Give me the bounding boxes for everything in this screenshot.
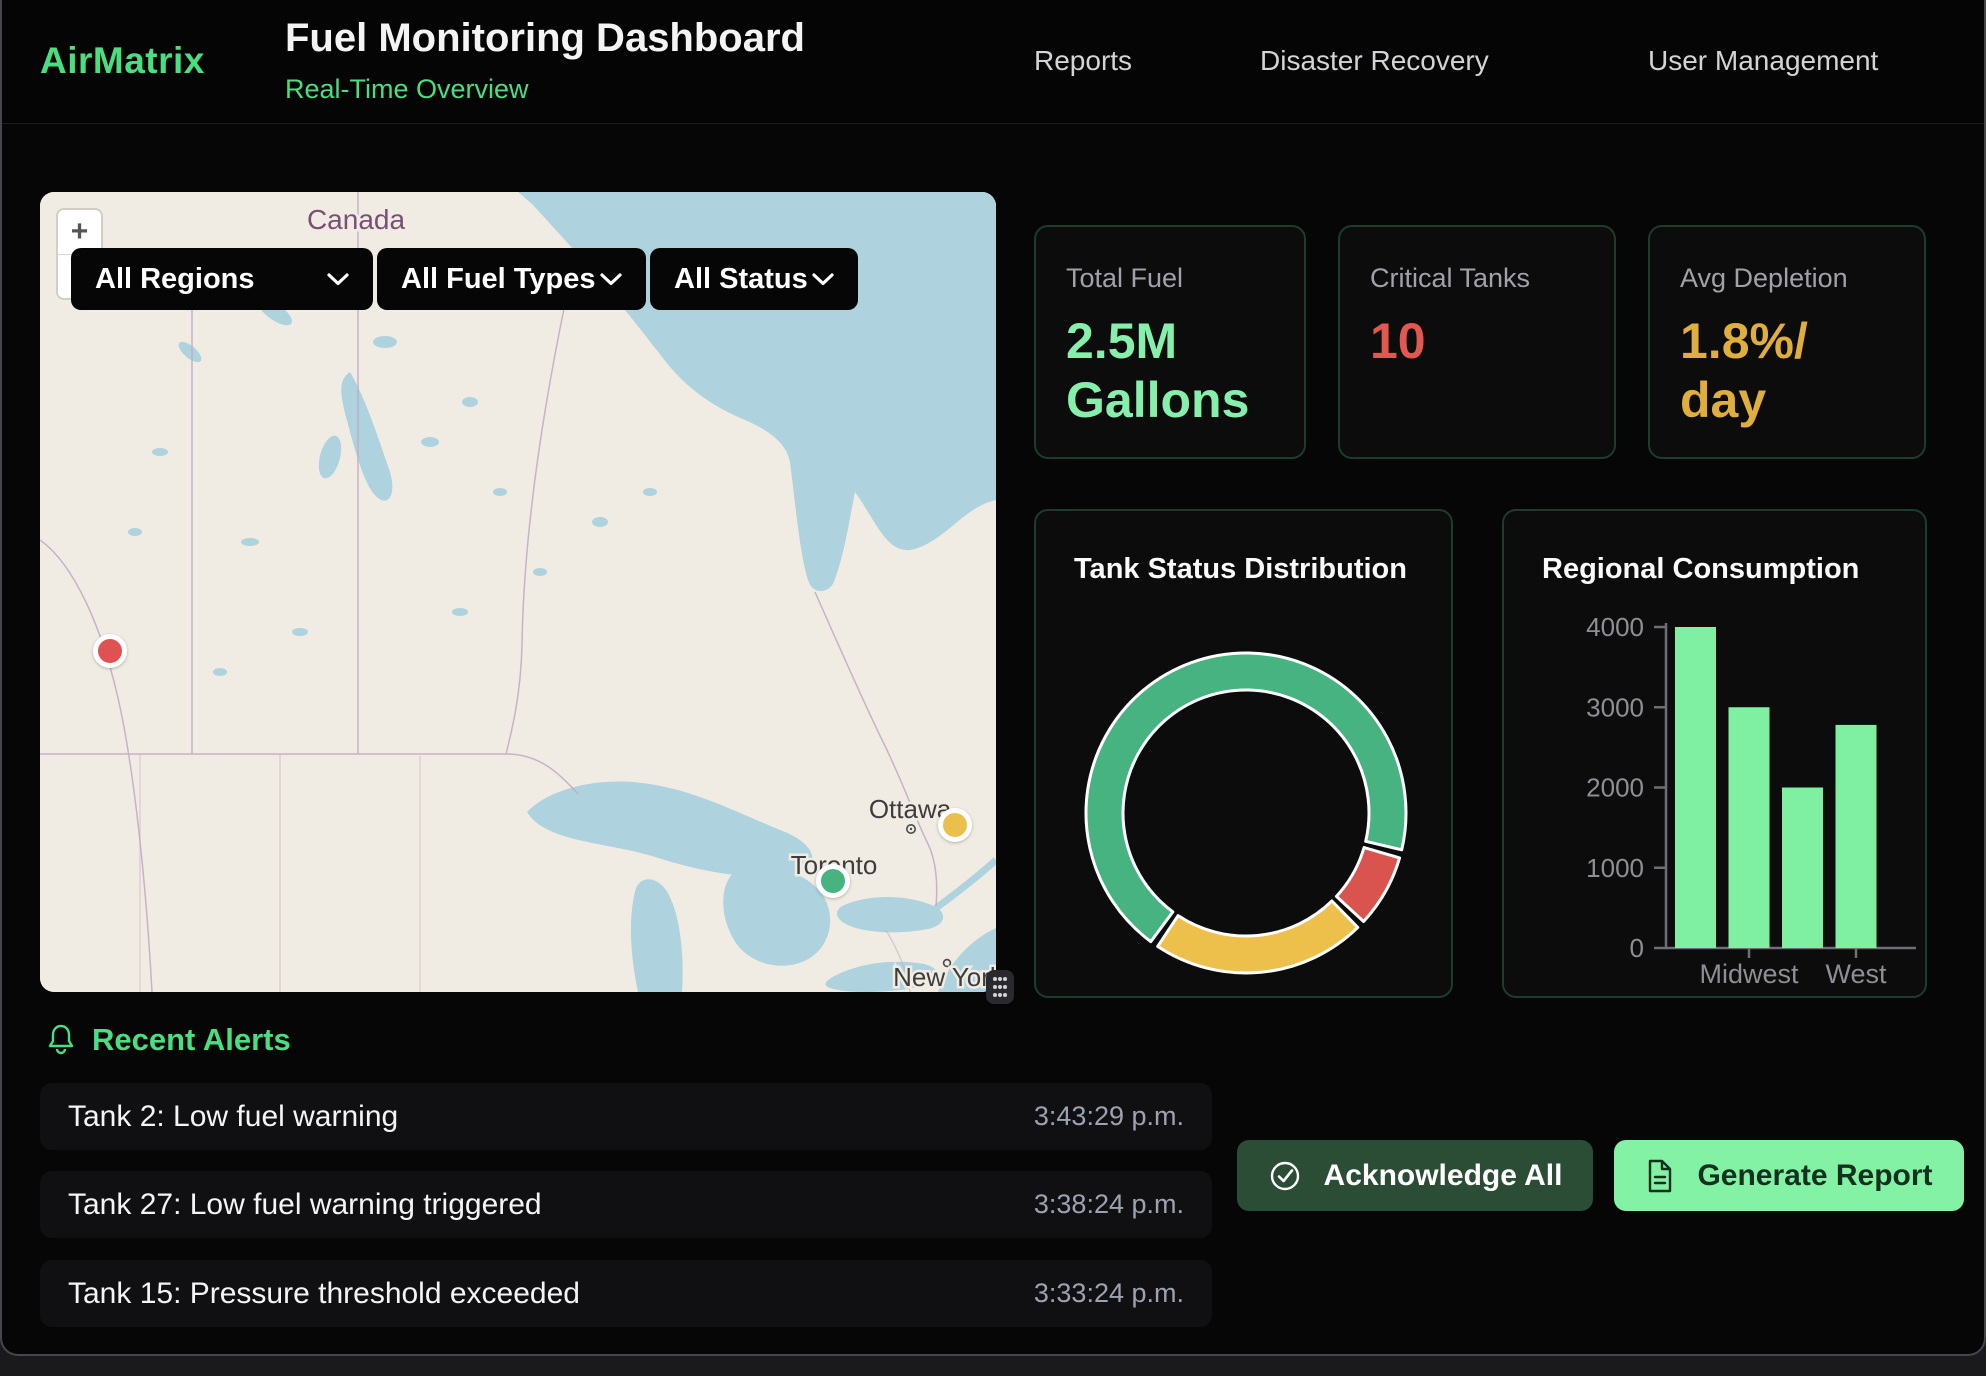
document-icon [1645, 1158, 1675, 1194]
bar-west [1836, 725, 1877, 948]
map-filter-bar: All Regions All Fuel Types All Status [71, 248, 858, 310]
stat-label: Avg Depletion [1680, 263, 1894, 294]
nav-disaster-recovery[interactable]: Disaster Recovery [1260, 45, 1489, 77]
alert-message: Tank 2: Low fuel warning [68, 1100, 398, 1134]
region-filter-select[interactable]: All Regions [71, 248, 373, 310]
donut-segment-warning [1158, 901, 1358, 973]
page-subtitle: Real-Time Overview [285, 74, 529, 105]
grip-dots-icon [991, 975, 1009, 999]
chevron-down-icon [600, 273, 622, 286]
alert-timestamp: 3:33:24 p.m. [1034, 1278, 1184, 1309]
alert-row[interactable]: Tank 2: Low fuel warning 3:43:29 p.m. [40, 1083, 1212, 1150]
bar-ytick-label: 1000 [1586, 853, 1644, 883]
bar-midwest [1729, 707, 1770, 948]
alert-row[interactable]: Tank 27: Low fuel warning triggered 3:38… [40, 1171, 1212, 1238]
bar-ytick-label: 0 [1630, 933, 1644, 963]
alerts-title: Recent Alerts [92, 1022, 291, 1058]
map-label-new-york: New York [893, 962, 996, 992]
header: AirMatrix Fuel Monitoring Dashboard Real… [2, 0, 1984, 124]
donut-segment-critical [1336, 848, 1399, 922]
map-label-country: Canada [307, 204, 406, 235]
bar-ytick-label: 2000 [1586, 773, 1644, 803]
map-canvas: Canada Ottawa Toronto New York [40, 192, 996, 992]
donut-chart-title: Tank Status Distribution [1074, 553, 1407, 586]
check-circle-icon [1268, 1159, 1302, 1193]
status-filter-value: All Status [674, 263, 808, 296]
tank-status-card: Tank Status Distribution [1034, 509, 1453, 998]
nav-reports[interactable]: Reports [1034, 45, 1132, 77]
alert-message: Tank 27: Low fuel warning triggered [68, 1188, 542, 1222]
bar-xtick-label: West [1825, 959, 1887, 989]
bar-xtick-label: Midwest [1699, 959, 1799, 989]
dashboard-root: AirMatrix Fuel Monitoring Dashboard Real… [0, 0, 1986, 1356]
stat-card-critical-tanks: Critical Tanks 10 [1338, 225, 1616, 459]
bar-chart-title: Regional Consumption [1542, 553, 1859, 586]
bar-region-3 [1782, 788, 1823, 949]
fuel-map[interactable]: Canada Ottawa Toronto New York + − All R… [40, 192, 996, 992]
alert-timestamp: 3:43:29 p.m. [1034, 1101, 1184, 1132]
alert-message: Tank 15: Pressure threshold exceeded [68, 1277, 580, 1311]
alerts-header: Recent Alerts [46, 1022, 291, 1058]
chevron-down-icon [812, 273, 834, 286]
regional-consumption-card: Regional Consumption 0 1000 2000 3000 4000 Mi… [1502, 509, 1927, 998]
bar-ytick-label: 3000 [1586, 692, 1644, 722]
status-filter-select[interactable]: All Status [650, 248, 858, 310]
resize-drag-handle-icon[interactable] [986, 970, 1014, 1004]
donut-chart [1076, 643, 1416, 983]
stat-card-total-fuel: Total Fuel 2.5MGallons [1034, 225, 1306, 459]
bar-region-1 [1675, 627, 1716, 948]
stat-value-critical-tanks: 10 [1370, 312, 1584, 371]
alert-row[interactable]: Tank 15: Pressure threshold exceeded 3:3… [40, 1260, 1212, 1327]
brand-logo: AirMatrix [40, 40, 205, 82]
stat-label: Critical Tanks [1370, 263, 1584, 294]
stat-value-total-fuel: 2.5MGallons [1066, 312, 1274, 430]
acknowledge-all-button[interactable]: Acknowledge All [1237, 1140, 1593, 1211]
nav-user-management[interactable]: User Management [1648, 45, 1878, 77]
fuel-type-filter-value: All Fuel Types [401, 263, 595, 296]
map-marker-normal[interactable] [816, 864, 850, 898]
alert-timestamp: 3:38:24 p.m. [1034, 1189, 1184, 1220]
generate-report-label: Generate Report [1697, 1159, 1932, 1193]
stat-value-avg-depletion: 1.8%/day [1680, 312, 1894, 430]
stat-card-avg-depletion: Avg Depletion 1.8%/day [1648, 225, 1926, 459]
bell-icon [46, 1023, 76, 1057]
chevron-down-icon [327, 273, 349, 286]
fuel-type-filter-select[interactable]: All Fuel Types [377, 248, 646, 310]
bar-ytick-label: 4000 [1586, 612, 1644, 642]
region-filter-value: All Regions [95, 263, 255, 296]
generate-report-button[interactable]: Generate Report [1614, 1140, 1964, 1211]
stat-label: Total Fuel [1066, 263, 1274, 294]
page-title: Fuel Monitoring Dashboard [285, 16, 805, 61]
acknowledge-all-label: Acknowledge All [1324, 1159, 1563, 1193]
map-marker-warning[interactable] [938, 808, 972, 842]
map-marker-critical[interactable] [93, 634, 127, 668]
